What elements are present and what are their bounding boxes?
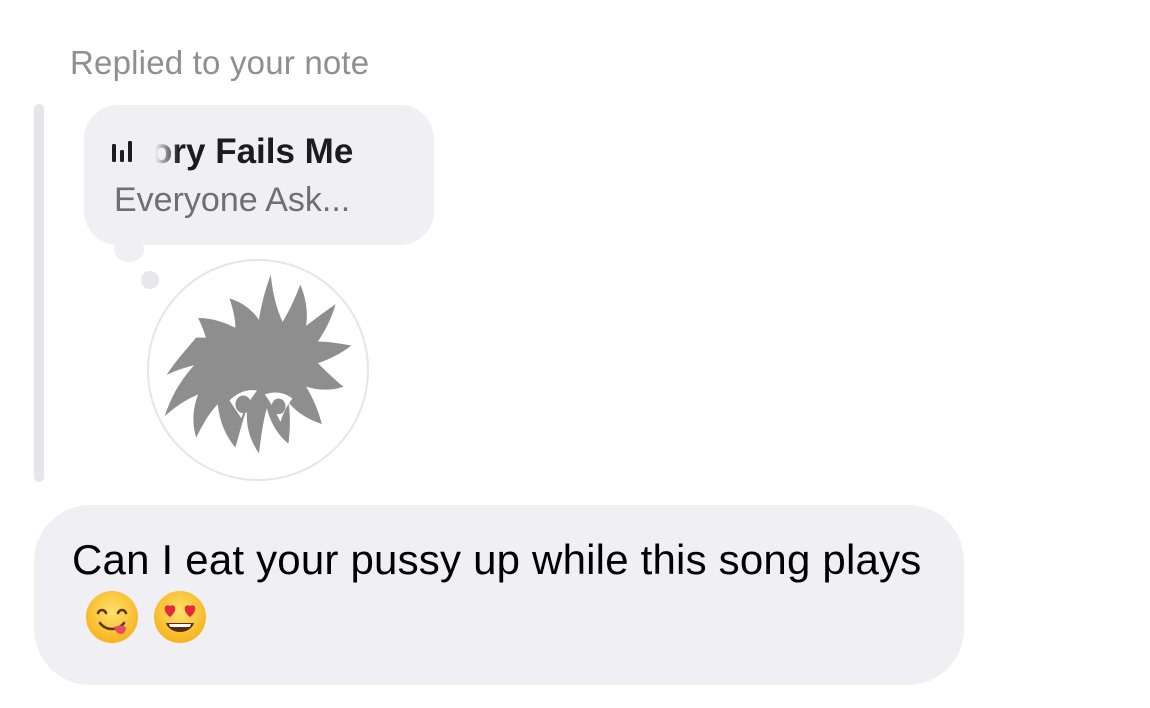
note-bubble[interactable] (84, 105, 434, 245)
anime-character-avatar-icon (164, 274, 352, 454)
note-bubble-tail-dot (141, 271, 159, 289)
note-title-row: ory Fails Me (111, 132, 353, 172)
avatar[interactable] (147, 259, 369, 481)
note-song-artist: Everyone Ask... (114, 181, 351, 219)
note-bubble-tail (114, 238, 144, 262)
reply-indicator-bar (34, 104, 44, 482)
audio-waveform-icon (112, 141, 132, 162)
note-song-title: ory Fails Me (149, 132, 354, 172)
heart-eyes-emoji-icon (152, 589, 208, 645)
message-bubble[interactable]: Can I eat your pussy up while this song … (34, 505, 964, 685)
face-savoring-food-emoji-icon (84, 589, 140, 645)
replied-to-note-label: Replied to your note (70, 44, 370, 81)
message-text: Can I eat your pussy up while this song … (72, 536, 922, 583)
